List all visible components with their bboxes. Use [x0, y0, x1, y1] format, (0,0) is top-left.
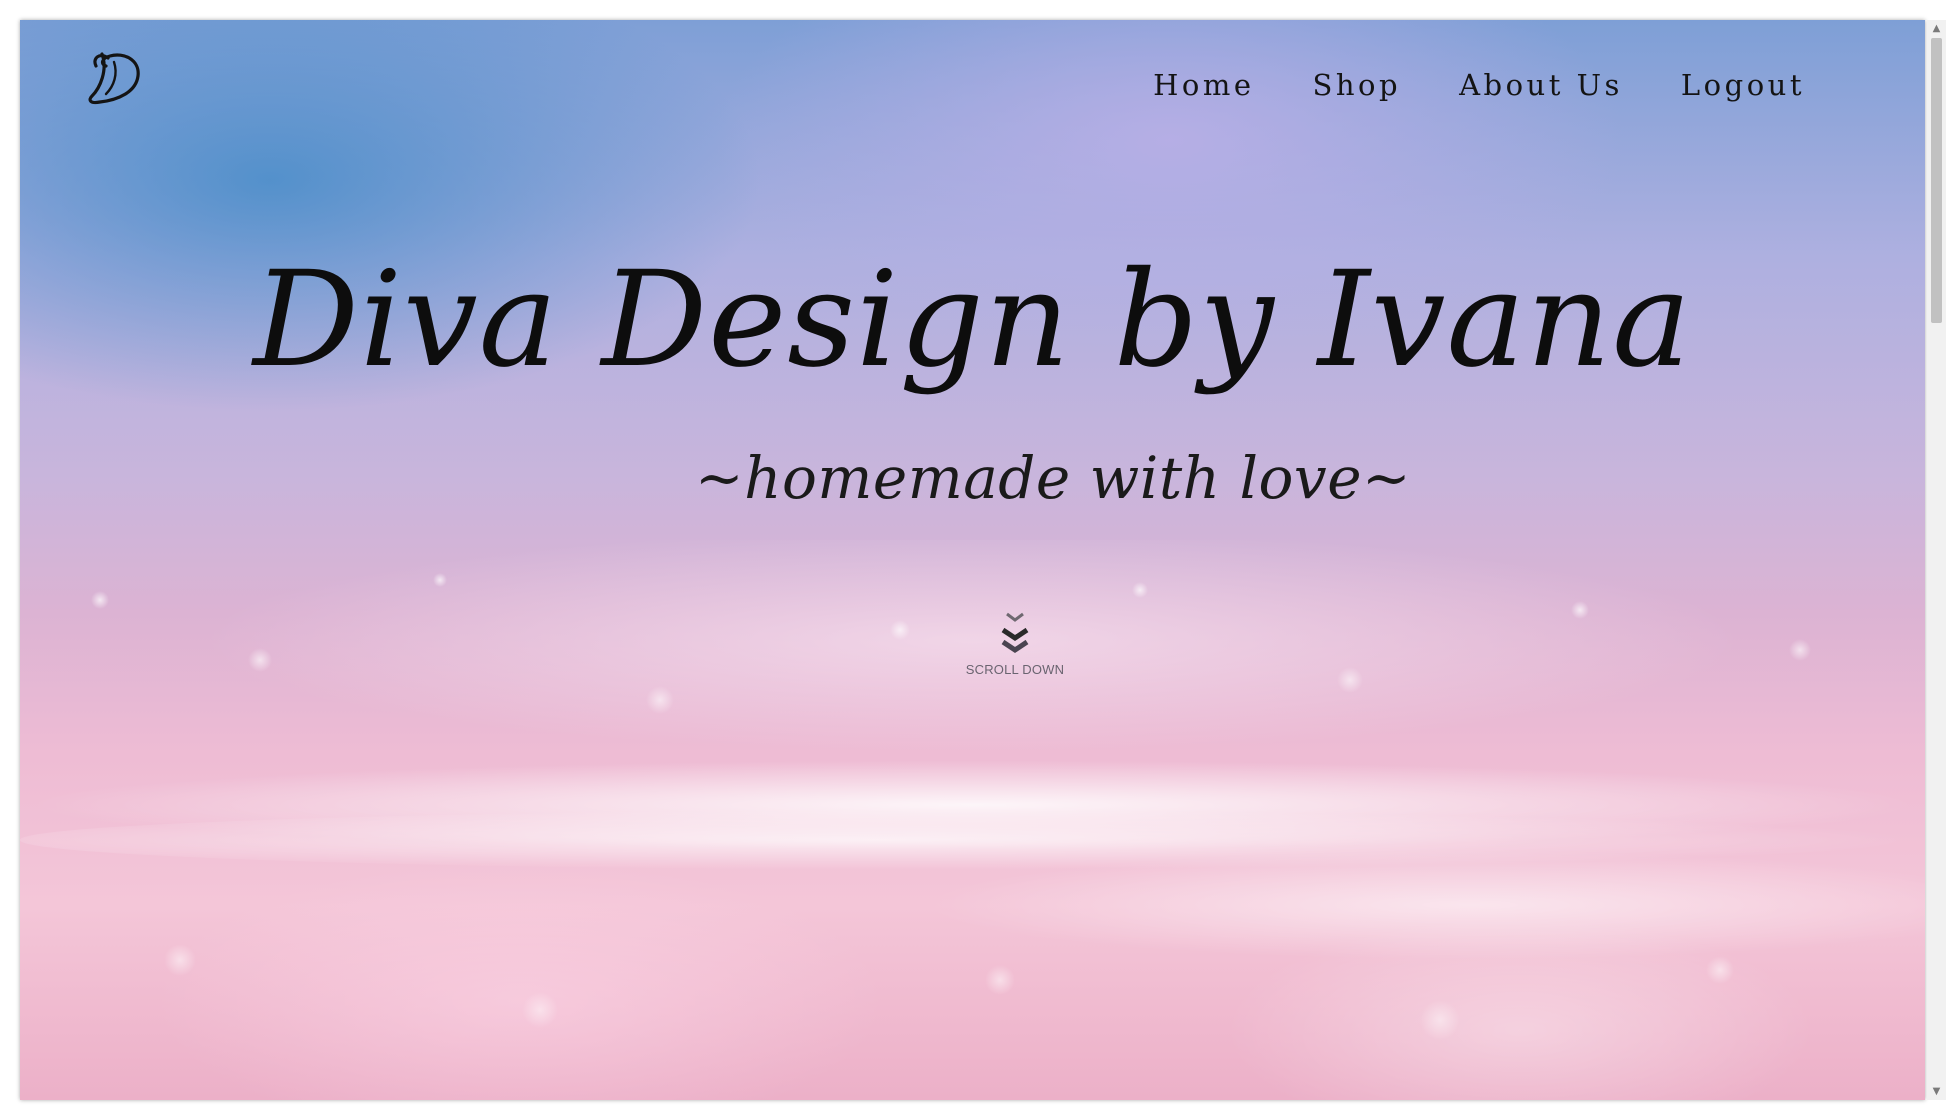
main-navigation: Home Shop About Us Logout — [1095, 68, 1805, 102]
scroll-down-button[interactable]: SCROLL DOWN — [940, 610, 1090, 677]
script-d-monogram-icon — [88, 52, 140, 105]
double-chevron-down-icon — [1001, 612, 1029, 654]
nav-shop-link[interactable]: Shop — [1313, 68, 1402, 102]
hero-title: Diva Design by Ivana — [253, 243, 1692, 397]
logo-home-link[interactable] — [78, 40, 158, 110]
scroll-down-arrow-icon[interactable]: ▼ — [1927, 1083, 1946, 1100]
hero-subtitle: ~homemade with love~ — [695, 444, 1412, 512]
scroll-down-label: SCROLL DOWN — [965, 662, 1065, 677]
nav-logout-link[interactable]: Logout — [1681, 68, 1805, 102]
nav-about-us-link[interactable]: About Us — [1459, 68, 1623, 102]
nav-home-link[interactable]: Home — [1153, 68, 1254, 102]
hero-section: Home Shop About Us Logout Diva Design by… — [20, 20, 1925, 1100]
scroll-up-arrow-icon[interactable]: ▲ — [1927, 20, 1946, 37]
scrollbar-thumb[interactable] — [1931, 38, 1942, 323]
page-scrollbar[interactable]: ▲ ▼ — [1927, 20, 1946, 1100]
